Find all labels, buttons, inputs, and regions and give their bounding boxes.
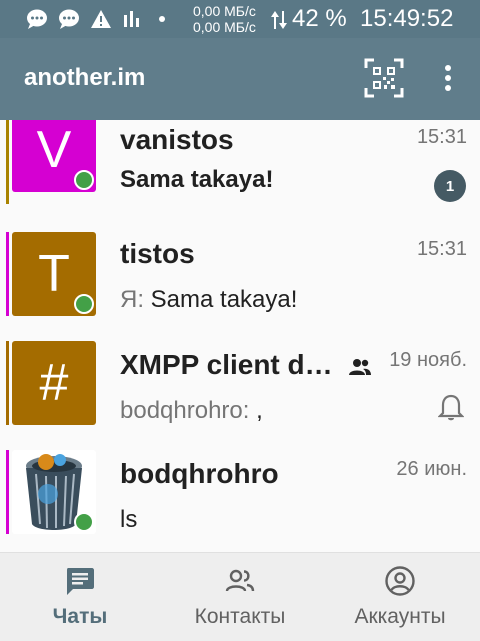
chat-list: V vanistos 15:31 Sama takaya! 1 T tistos… [0, 120, 480, 552]
warning-icon [91, 10, 111, 28]
chat-icon [67, 568, 94, 595]
notification-icons [26, 9, 170, 29]
group-icon [349, 359, 371, 375]
presence-online-dot [74, 170, 94, 190]
more-vert-icon [445, 65, 451, 91]
chat-time: 15:31 [416, 126, 467, 148]
chat-time: 19 нояб. [389, 349, 467, 371]
avatar-letter: V [36, 121, 72, 179]
chat-name: vanistos [120, 124, 234, 155]
chat-last-message-row: Я: Sama takaya! [120, 286, 297, 314]
chat-item-bodqhrohro[interactable]: bodqhrohro 26 июн. ls [0, 450, 480, 552]
tab-accounts[interactable]: Аккаунты [320, 553, 480, 641]
chat-last-message: Sama takaya! [120, 166, 274, 193]
chat-accent-bar [6, 232, 9, 316]
overflow-menu-button[interactable] [438, 60, 458, 98]
chat-item-tistos[interactable]: T tistos 15:31 Я: Sama takaya! [0, 232, 480, 342]
chat-last-message: Sama takaya! [150, 286, 298, 313]
signal-bars-icon [124, 11, 139, 27]
chat-accent-bar [6, 120, 9, 204]
status-bar: 0,00 МБ/с 0,00 МБ/с 42 % 15:49:52 [0, 0, 480, 38]
app-title: another.im [24, 64, 146, 91]
account-icon [385, 566, 415, 596]
chat-last-message-row: bodqhrohro: , [120, 397, 263, 425]
data-arrows-icon [271, 11, 287, 29]
qr-code-button[interactable] [364, 58, 404, 98]
bottom-navigation: Чаты Контакты Аккаунты [0, 552, 480, 641]
message-sender: bodqhrohro: [120, 397, 250, 424]
tab-label: Чаты [52, 605, 108, 628]
dot-icon [159, 16, 165, 22]
tab-label: Аккаунты [354, 605, 446, 628]
chat-time: 15:31 [416, 238, 467, 260]
chat-last-message: ls [120, 506, 138, 533]
chat-bubble-icon [27, 9, 47, 29]
app-bar: another.im [0, 38, 480, 120]
chat-accent-bar [6, 450, 9, 534]
tab-label: Контакты [194, 605, 286, 628]
speed-down: 0,00 МБ/с [193, 19, 256, 35]
avatar-letter: # [39, 354, 69, 412]
clock: 15:49:52 [360, 5, 454, 32]
message-sender: Я: [120, 286, 144, 313]
network-speed: 0,00 МБ/с 0,00 МБ/с [193, 3, 256, 35]
tab-chats[interactable]: Чаты [0, 553, 160, 641]
avatar-letter: T [38, 245, 70, 303]
presence-online-dot [74, 512, 94, 532]
speed-up: 0,00 МБ/с [193, 3, 256, 19]
unread-badge: 1 [434, 170, 466, 202]
chat-item-xmpp-client[interactable]: # XMPP client d… 19 нояб. bodqhrohro: , [0, 341, 480, 451]
chat-item-vanistos[interactable]: V vanistos 15:31 Sama takaya! 1 [0, 120, 480, 218]
bell-icon [438, 394, 464, 421]
chat-bubble-icon [59, 9, 79, 29]
avatar: # [12, 341, 96, 425]
chat-time: 26 июн. [396, 458, 467, 480]
qr-code-icon [364, 58, 404, 98]
presence-online-dot [74, 294, 94, 314]
battery-level: 42 % [292, 5, 347, 32]
contacts-icon [225, 569, 255, 592]
chat-name: bodqhrohro [120, 458, 279, 489]
chat-last-message: , [256, 397, 263, 424]
tab-contacts[interactable]: Контакты [160, 553, 320, 641]
chat-name: XMPP client d… [120, 349, 333, 380]
chat-accent-bar [6, 341, 9, 425]
chat-name: tistos [120, 238, 195, 269]
